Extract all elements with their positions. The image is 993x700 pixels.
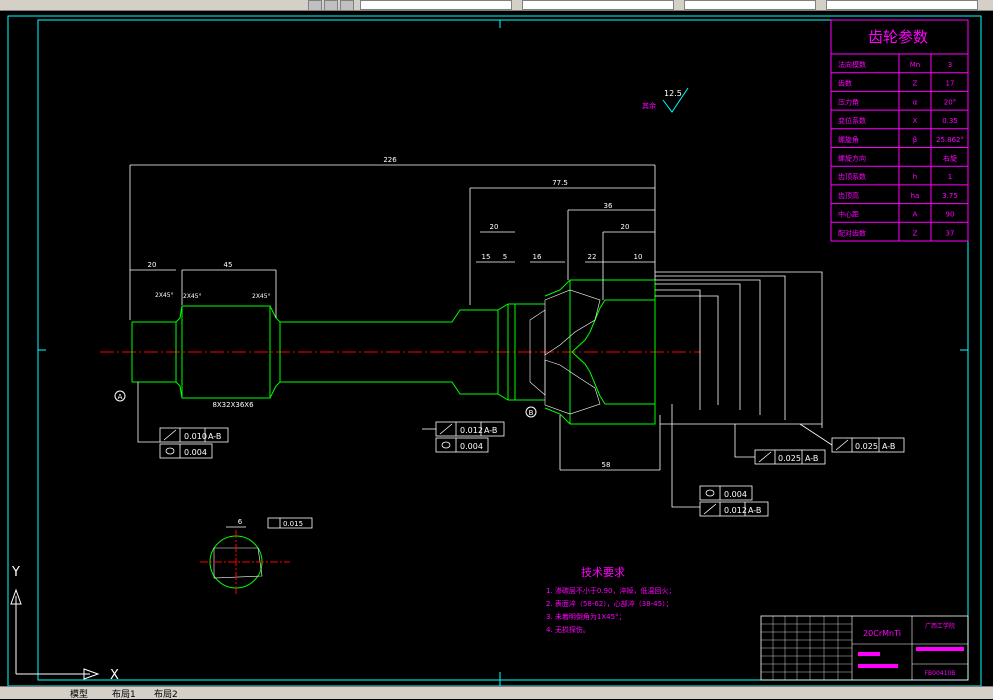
diameter-dims: [655, 271, 823, 428]
tol-5-ref: A-B: [805, 454, 818, 463]
tol-1-ref: A-B: [208, 432, 221, 441]
tolerance-arrow-icons: [163, 423, 849, 515]
gear-table-cell: 法向模数: [838, 60, 866, 69]
tol-6-ref: A-B: [882, 442, 895, 451]
svg-text:2. 表面淬（58-62），心部淬（38-45）；: 2. 表面淬（58-62），心部淬（38-45）；: [546, 599, 673, 608]
tech-requirements: 技术要求 1. 渗碳层不小于0.90，淬掉，低温回火； 2. 表面淬（58-62…: [546, 566, 676, 634]
gear-table-cell: Z: [913, 80, 918, 88]
title-material: 20CrMnTi: [863, 629, 901, 638]
svg-text:技术要求: 技术要求: [581, 566, 625, 579]
lineweight-dropdown[interactable]: [826, 0, 978, 10]
color-dropdown[interactable]: [522, 0, 674, 10]
datum-b: B: [525, 406, 537, 418]
tol-8-value: 0.012: [724, 506, 747, 515]
dim-20-c: 20: [621, 223, 630, 231]
datum-a: A: [114, 390, 126, 402]
gear-table-cell: X: [913, 117, 918, 125]
gear-table-cell: 螺旋方向: [838, 154, 866, 163]
gear-table-cell: ha: [911, 192, 920, 200]
gear-table-cell: Mn: [910, 61, 920, 69]
gear-table-cell: 37: [946, 229, 955, 237]
gear-table-cell: 0.35: [942, 117, 958, 125]
gear-table-cell: 螺旋角: [838, 135, 859, 144]
gear-table-cell: 20°: [944, 98, 956, 106]
dim-22: 22: [588, 253, 597, 261]
chamfer-3: 2X45°: [252, 293, 271, 300]
tol-3-value: 0.012: [460, 426, 483, 435]
gear-table-cell: 压力角: [838, 97, 859, 106]
dim-20-b: 20: [490, 223, 499, 231]
chamfer-2: 2X45°: [183, 293, 202, 300]
gear-table-cell: 3: [948, 61, 952, 69]
gear-table-cell: A: [913, 211, 918, 219]
layout-tabs-bar: 模型 布局1 布局2: [0, 686, 993, 700]
roughness-symbol: 12.5 其余: [642, 87, 689, 113]
gear-table-cell: 齿顶高: [838, 191, 859, 200]
dim-45: 45: [224, 261, 233, 269]
gear-table-title: 齿轮参数: [868, 28, 928, 46]
dim-10: 10: [634, 253, 643, 261]
dim-77-5: 77.5: [552, 179, 568, 187]
gear-table-cell: 右旋: [943, 154, 957, 163]
tol-4-value: 0.004: [460, 442, 483, 451]
tol-3-ref: A-B: [484, 426, 497, 435]
dim-36: 36: [604, 202, 613, 210]
gear-table-cell: 25.862°: [936, 136, 964, 144]
dim-58: 58: [602, 461, 611, 469]
tol-7-value: 0.004: [724, 490, 747, 499]
title-drawing-no: FB00410B: [925, 670, 956, 677]
svg-text:1. 渗碳层不小于0.90，淬掉，低温回火；: 1. 渗碳层不小于0.90，淬掉，低温回火；: [546, 586, 676, 595]
dim-15: 15: [482, 253, 491, 261]
ucs-icon: Y X: [10, 565, 119, 683]
gear-table-cell: 3.75: [942, 192, 958, 200]
linetype-dropdown[interactable]: [684, 0, 816, 10]
tol-6-value: 0.025: [855, 442, 878, 451]
title-block: 20CrMnTi 广西工学院 FB00410B: [760, 615, 969, 681]
svg-text:B: B: [529, 409, 534, 417]
tab-layout-2[interactable]: 布局2: [154, 687, 178, 700]
gear-table-cell: h: [913, 173, 917, 181]
chamfer-1: 2X45°: [155, 292, 174, 299]
tol-9-value: 0.015: [283, 520, 303, 528]
tol-1-value: 0.010: [184, 432, 207, 441]
gear-table-cell: 齿顶系数: [838, 172, 866, 181]
svg-text:3. 未着明倒角为1X45°；: 3. 未着明倒角为1X45°；: [546, 612, 626, 621]
gear-table-cell: β: [913, 136, 917, 144]
gear-table-cell: 17: [946, 80, 955, 88]
spline-callout: 8X32X36X6: [212, 401, 254, 409]
svg-text:Y: Y: [11, 565, 20, 580]
gear-table-cell: 齿数: [838, 79, 852, 88]
title-school: 广西工学院: [925, 622, 955, 630]
gear-table-cell: Z: [913, 229, 918, 237]
dim-5: 5: [503, 253, 507, 261]
tab-model[interactable]: 模型: [70, 687, 88, 700]
gear-param-table: 齿轮参数 法向模数 Mn 3 齿数 Z 17 压力角 α 20° 变位系数 X 0.35 螺旋角 β 25.…: [830, 19, 969, 242]
svg-text:A: A: [118, 393, 123, 401]
drawing-canvas[interactable]: 齿轮参数 法向模数 Mn 3 齿数 Z 17 压力角 α 20° 变位系数 X 0.35 螺旋角 β 25.…: [0, 10, 993, 686]
gear-table-cell: 变位系数: [838, 116, 866, 125]
tol-8-ref: A-B: [748, 506, 761, 515]
svg-text:12.5: 12.5: [664, 89, 682, 98]
tol-2-value: 0.004: [184, 448, 207, 457]
svg-text:4. 无损探伤。: 4. 无损探伤。: [546, 625, 590, 634]
svg-text:X: X: [110, 668, 119, 683]
gear-table-cell: 中心距: [838, 210, 859, 219]
gear-table-cell: 1: [948, 173, 952, 181]
tol-5-value: 0.025: [778, 454, 801, 463]
gear-table-cell: 配对齿数: [838, 228, 866, 237]
dim-226: 226: [383, 156, 397, 164]
outer-frame: [7, 15, 982, 686]
inner-frame: [37, 19, 969, 681]
dim-6: 6: [238, 518, 243, 526]
gear-table-cell: α: [913, 98, 918, 106]
gear-table-cell: 90: [946, 211, 955, 219]
dim-20: 20: [148, 261, 157, 269]
spline-section: [200, 526, 290, 594]
dim-16: 16: [533, 253, 542, 261]
svg-text:其余: 其余: [642, 101, 656, 110]
tab-layout-1[interactable]: 布局1: [112, 687, 136, 700]
layer-dropdown[interactable]: [360, 0, 512, 10]
